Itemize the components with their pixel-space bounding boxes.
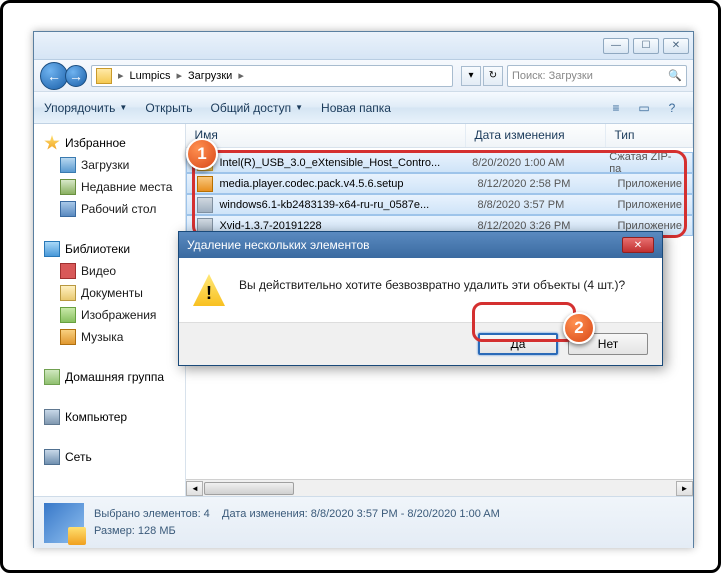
annotation-highlight-2 — [472, 302, 576, 342]
status-text: Выбрано элементов: 4 Дата изменения: 8/8… — [94, 506, 500, 539]
sidebar-item-video[interactable]: Видео — [38, 260, 181, 282]
library-icon — [44, 241, 60, 257]
address-actions: ▾ ↻ — [461, 66, 503, 86]
sidebar-computer[interactable]: Компьютер — [38, 406, 181, 428]
organize-label: Упорядочить — [44, 101, 115, 115]
dialog-message: Вы действительно хотите безвозвратно уда… — [239, 274, 625, 292]
status-size: Размер: 128 МБ — [94, 525, 176, 537]
image-icon — [60, 307, 76, 323]
address-bar: ← → ▸ Lumpics ▸ Загрузки ▸ ▾ ↻ Поиск: За… — [34, 60, 693, 92]
sidebar-label: Документы — [81, 286, 143, 300]
minimize-button[interactable]: — — [603, 38, 629, 54]
sidebar-item-music[interactable]: Музыка — [38, 326, 181, 348]
toolbar-right: ≡ ▭ ? — [605, 97, 683, 119]
selection-icon — [44, 503, 84, 543]
sidebar-item-documents[interactable]: Документы — [38, 282, 181, 304]
breadcrumb-arrow: ▸ — [175, 69, 185, 82]
scroll-left-button[interactable]: ◄ — [186, 481, 203, 496]
sidebar: Избранное Загрузки Недавние места Рабочи… — [34, 124, 186, 496]
sidebar-homegroup[interactable]: Домашняя группа — [38, 366, 181, 388]
dialog-close-button[interactable]: ✕ — [622, 237, 654, 253]
help-button[interactable]: ? — [661, 97, 683, 119]
sidebar-label: Библиотеки — [65, 242, 130, 256]
folder-icon — [96, 68, 112, 84]
sidebar-label: Домашняя группа — [65, 370, 164, 384]
column-name[interactable]: Имя — [186, 124, 466, 147]
network-icon — [44, 449, 60, 465]
sidebar-label: Сеть — [65, 450, 92, 464]
titlebar: — ☐ ✕ — [34, 32, 693, 60]
sidebar-item-recent[interactable]: Недавние места — [38, 176, 181, 198]
forward-button[interactable]: → — [65, 65, 87, 87]
sidebar-label: Изображения — [81, 308, 156, 322]
homegroup-icon — [44, 369, 60, 385]
download-icon — [60, 157, 76, 173]
breadcrumb-seg-2[interactable]: Загрузки — [184, 70, 236, 82]
sidebar-label: Видео — [81, 264, 116, 278]
status-selected: Выбрано элементов: 4 — [94, 508, 210, 520]
warning-icon: ! — [193, 274, 225, 306]
sidebar-label: Недавние места — [81, 180, 172, 194]
share-label: Общий доступ — [210, 101, 291, 115]
address-dropdown[interactable]: ▾ — [461, 66, 481, 86]
sidebar-item-desktop[interactable]: Рабочий стол — [38, 198, 181, 220]
open-label: Открыть — [145, 101, 192, 115]
sidebar-label: Рабочий стол — [81, 202, 156, 216]
sidebar-label: Компьютер — [65, 410, 127, 424]
share-menu[interactable]: Общий доступ ▼ — [210, 101, 303, 115]
music-icon — [60, 329, 76, 345]
preview-pane-button[interactable]: ▭ — [633, 97, 655, 119]
scroll-right-button[interactable]: ► — [676, 481, 693, 496]
breadcrumb[interactable]: ▸ Lumpics ▸ Загрузки ▸ — [91, 65, 453, 87]
sidebar-label: Загрузки — [81, 158, 129, 172]
breadcrumb-seg-1[interactable]: Lumpics — [126, 70, 175, 82]
sidebar-libraries[interactable]: Библиотеки — [38, 238, 181, 260]
column-date[interactable]: Дата изменения — [466, 124, 606, 147]
annotation-callout-1: 1 — [186, 138, 218, 170]
dialog-titlebar: Удаление нескольких элементов ✕ — [179, 232, 662, 258]
sidebar-item-downloads[interactable]: Загрузки — [38, 154, 181, 176]
column-type[interactable]: Тип — [606, 124, 693, 147]
breadcrumb-arrow: ▸ — [236, 69, 246, 82]
maximize-button[interactable]: ☐ — [633, 38, 659, 54]
scroll-thumb[interactable] — [204, 482, 294, 495]
sidebar-favorites[interactable]: Избранное — [38, 132, 181, 154]
nav-buttons: ← → — [40, 62, 87, 90]
sidebar-item-images[interactable]: Изображения — [38, 304, 181, 326]
sidebar-label: Избранное — [65, 136, 126, 150]
sidebar-label: Музыка — [81, 330, 123, 344]
search-input[interactable]: Поиск: Загрузки 🔍 — [507, 65, 687, 87]
computer-icon — [44, 409, 60, 425]
horizontal-scrollbar[interactable]: ◄ ► — [186, 479, 693, 496]
status-date: Дата изменения: 8/8/2020 3:57 PM - 8/20/… — [222, 508, 500, 520]
chevron-down-icon: ▼ — [119, 103, 127, 112]
desktop-icon — [60, 201, 76, 217]
dialog-title: Удаление нескольких элементов — [187, 238, 370, 252]
recent-icon — [60, 179, 76, 195]
back-button[interactable]: ← — [40, 62, 68, 90]
new-folder-button[interactable]: Новая папка — [321, 101, 391, 115]
column-headers: Имя Дата изменения Тип — [186, 124, 693, 148]
annotation-callout-2: 2 — [563, 312, 595, 344]
video-icon — [60, 263, 76, 279]
document-icon — [60, 285, 76, 301]
view-options-button[interactable]: ≡ — [605, 97, 627, 119]
search-icon: 🔍 — [668, 69, 682, 82]
sidebar-network[interactable]: Сеть — [38, 446, 181, 468]
status-bar: Выбрано элементов: 4 Дата изменения: 8/8… — [34, 496, 693, 548]
chevron-down-icon: ▼ — [295, 103, 303, 112]
dialog-body: ! Вы действительно хотите безвозвратно у… — [179, 258, 662, 322]
open-button[interactable]: Открыть — [145, 101, 192, 115]
breadcrumb-arrow: ▸ — [116, 69, 126, 82]
annotation-highlight-1 — [192, 150, 687, 238]
delete-confirmation-dialog: Удаление нескольких элементов ✕ ! Вы дей… — [178, 231, 663, 366]
toolbar: Упорядочить ▼ Открыть Общий доступ ▼ Нов… — [34, 92, 693, 124]
organize-menu[interactable]: Упорядочить ▼ — [44, 101, 127, 115]
close-button[interactable]: ✕ — [663, 38, 689, 54]
star-icon — [44, 135, 60, 151]
search-placeholder: Поиск: Загрузки — [512, 70, 593, 82]
refresh-button[interactable]: ↻ — [483, 66, 503, 86]
